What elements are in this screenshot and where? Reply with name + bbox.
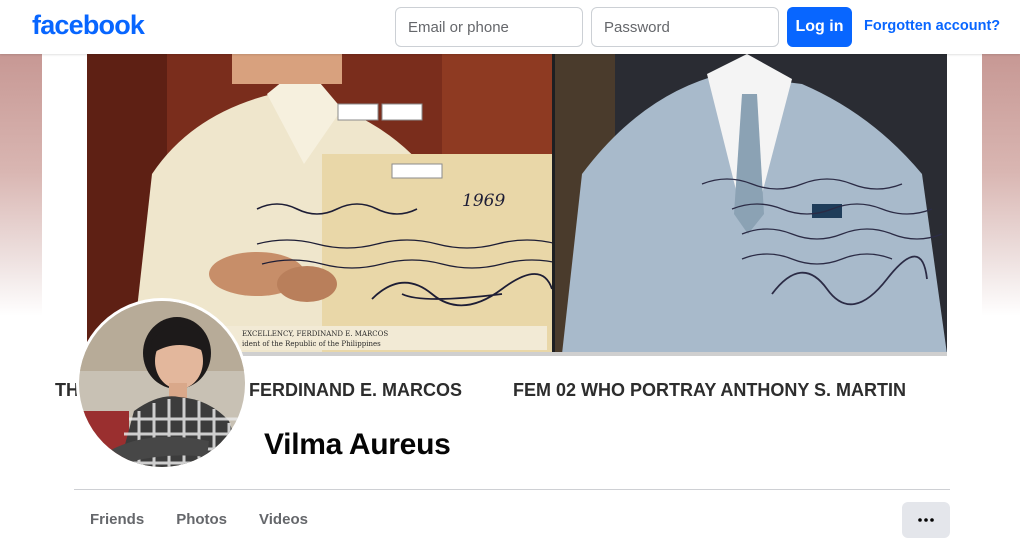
tab-videos[interactable]: Videos [243,500,324,538]
avatar [79,301,245,467]
top-bar: facebook Log in Forgotten account? [0,0,1020,54]
cover-caption-right: FEM 02 WHO PORTRAY ANTHONY S. MARTIN [513,380,906,400]
tab-friends[interactable]: Friends [74,500,160,538]
tab-photos[interactable]: Photos [160,500,243,538]
svg-text:ident of the Republic of the P: ident of the Republic of the Philippines [242,340,381,348]
password-field[interactable] [591,7,779,47]
login-button[interactable]: Log in [787,7,852,47]
profile-tabs: Friends Photos Videos [74,500,324,538]
cover-caption-left: FERDINAND E. MARCOS [249,380,462,400]
profile-divider [74,489,950,490]
svg-text:1969: 1969 [462,191,505,211]
more-options-button[interactable] [902,502,950,538]
signed-document [322,154,554,354]
ellipsis-icon [918,518,934,522]
svg-text:EXCELLENCY, FERDINAND E. MARCO: EXCELLENCY, FERDINAND E. MARCOS [242,330,388,338]
email-field[interactable] [395,7,583,47]
profile-name: Vilma Aureus [264,428,451,461]
profile-picture[interactable] [76,298,248,470]
facebook-logo[interactable]: facebook [32,10,145,41]
forgotten-account-link[interactable]: Forgotten account? [864,18,1000,34]
